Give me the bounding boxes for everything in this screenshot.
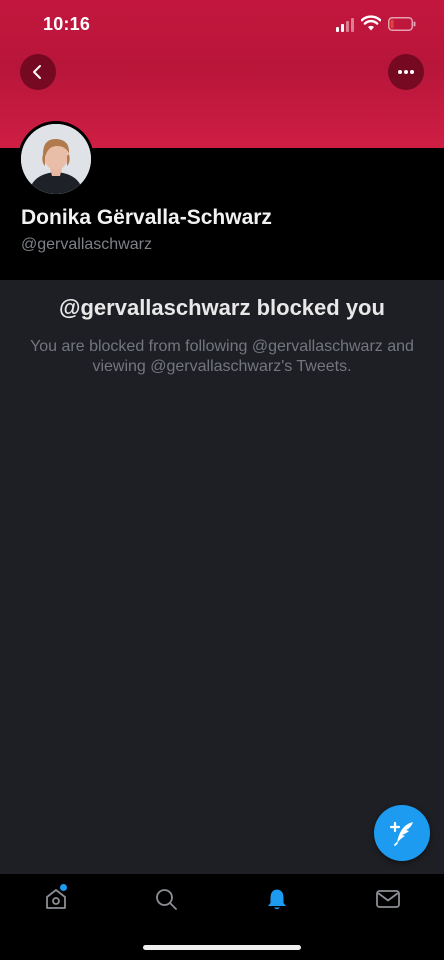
more-options-button[interactable] — [388, 54, 424, 90]
tab-search[interactable] — [153, 886, 179, 912]
search-icon — [156, 889, 177, 910]
blocked-title: @gervallaschwarz blocked you — [59, 295, 385, 320]
more-horizontal-icon — [398, 70, 414, 74]
chevron-left-icon — [33, 65, 41, 79]
tab-messages[interactable] — [375, 886, 401, 912]
compose-tweet-icon — [389, 821, 413, 846]
profile-display-name: Donika Gërvalla-Schwarz — [21, 206, 272, 229]
bell-icon — [268, 889, 286, 910]
battery-icon — [388, 17, 416, 31]
home-indicator[interactable] — [143, 945, 301, 950]
blocked-description: You are blocked from following @gervalla… — [30, 338, 414, 375]
status-bar: 10:16 — [0, 0, 444, 50]
profile-handle: @gervallaschwarz — [21, 236, 152, 253]
compose-tweet-button[interactable] — [374, 805, 430, 861]
wifi-icon — [361, 15, 381, 31]
home-notification-dot — [60, 884, 67, 891]
profile-photo — [21, 124, 91, 194]
tab-notifications[interactable] — [264, 886, 290, 912]
cellular-signal-icon — [336, 18, 356, 32]
mail-icon — [376, 890, 400, 908]
status-time: 10:16 — [43, 14, 91, 34]
avatar[interactable] — [18, 121, 94, 197]
back-button[interactable] — [20, 54, 56, 90]
